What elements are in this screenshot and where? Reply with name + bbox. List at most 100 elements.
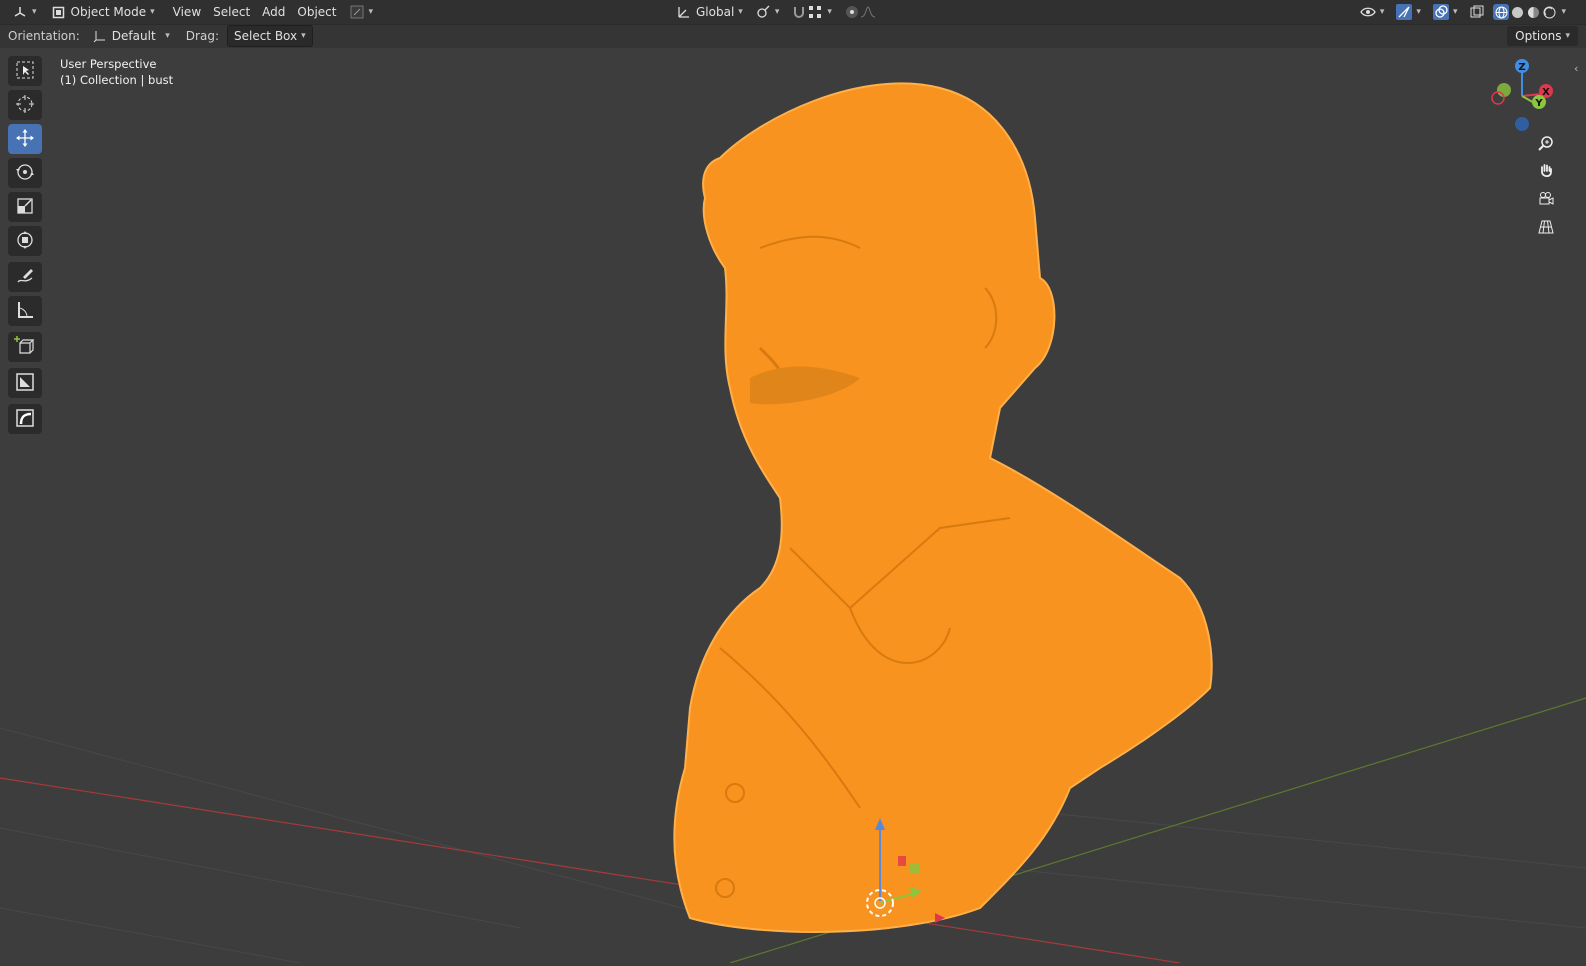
tool-cursor[interactable]: [8, 90, 42, 120]
frame-icon: [15, 372, 35, 395]
chevron-down-icon: ▾: [368, 7, 374, 17]
object-mode-icon: [51, 4, 67, 20]
gizmo-display-selector[interactable]: ▾: [1390, 2, 1427, 22]
camera-view-button[interactable]: [1533, 188, 1559, 212]
tool-annotate[interactable]: [8, 262, 42, 292]
transform-icon: [349, 4, 365, 20]
tool-add-cube[interactable]: [8, 332, 42, 362]
orientation-label: Orientation:: [8, 29, 80, 43]
drag-dropdown-value: Select Box: [233, 29, 298, 43]
tool-scale[interactable]: [8, 192, 42, 222]
chevron-down-icon: ▾: [1452, 7, 1458, 17]
options-dropdown[interactable]: Options ▾: [1507, 26, 1578, 46]
menu-object[interactable]: Object: [291, 2, 342, 22]
chevron-down-icon: ▾: [150, 7, 155, 17]
proportional-icon: [844, 4, 860, 20]
pan-button[interactable]: [1533, 160, 1559, 184]
grid-perspective-icon: [1538, 219, 1554, 238]
tool-settings-bar: Orientation: Default ▾ Drag: Select Box …: [0, 24, 1586, 48]
chevron-down-icon: ▾: [165, 31, 170, 41]
measure-icon: [15, 300, 35, 323]
bust-object[interactable]: [673, 82, 1213, 933]
annotate-icon: [15, 266, 35, 289]
collection-info: (1) Collection | bust: [60, 73, 174, 87]
options-label: Options: [1515, 29, 1562, 43]
cursor-icon: [15, 94, 35, 117]
move-icon: [15, 128, 35, 151]
orientation-axes-icon: [92, 28, 108, 44]
orientation-dropdown[interactable]: Default ▾: [86, 26, 176, 46]
svg-text:Y: Y: [1534, 98, 1543, 109]
menu-select[interactable]: Select: [207, 2, 256, 22]
tool-frame[interactable]: [8, 368, 42, 398]
proportional-editing-toggle[interactable]: [838, 2, 882, 22]
snap-grid-icon: [807, 4, 823, 20]
xray-icon: [1469, 4, 1485, 20]
orientation-icon: [676, 4, 692, 20]
snap-toggle[interactable]: ▾: [785, 2, 838, 22]
neg-x-axis-button: [1491, 91, 1505, 105]
viewport-canvas: [0, 82, 1586, 964]
drag-label: Drag:: [185, 29, 219, 43]
mode-selector[interactable]: Object Mode ▾: [45, 2, 161, 22]
overlays-selector[interactable]: ▾: [1427, 2, 1464, 22]
chevron-down-icon: ▾: [32, 7, 37, 17]
viewport-header: ▾ Object Mode ▾ View Select Add Object ▾…: [0, 0, 1586, 25]
chevron-down-icon: ▾: [1416, 7, 1421, 17]
gizmo-toggle[interactable]: ▾: [343, 2, 380, 22]
xray-toggle[interactable]: [1463, 2, 1491, 22]
orientation-value: Global: [696, 5, 735, 19]
perspective-toggle-button[interactable]: [1533, 216, 1559, 240]
drag-dropdown[interactable]: Select Box ▾: [226, 25, 313, 47]
neg-y-axis-button: [1497, 83, 1511, 97]
hand-icon: [1538, 163, 1554, 182]
3d-viewport-icon: [12, 4, 28, 20]
tool-transform[interactable]: [8, 226, 42, 256]
3d-viewport[interactable]: [0, 48, 1586, 964]
svg-text:Z: Z: [1518, 62, 1525, 73]
tool-move[interactable]: [8, 124, 42, 154]
tool-measure[interactable]: [8, 296, 42, 326]
mode-label: Object Mode: [70, 5, 147, 19]
falloff-icon: [860, 4, 876, 20]
solid-shading-icon[interactable]: [1509, 4, 1525, 20]
zoom-button[interactable]: [1533, 132, 1559, 156]
tool-shelf: [8, 56, 44, 438]
visibility-selector[interactable]: ▾: [1354, 2, 1391, 22]
menu-add[interactable]: Add: [256, 2, 291, 22]
scale-icon: [15, 196, 35, 219]
editor-type-selector[interactable]: ▾: [6, 2, 43, 22]
chevron-down-icon: ▾: [827, 7, 832, 17]
svg-text:X: X: [1542, 87, 1550, 98]
view-name: User Perspective: [60, 57, 157, 71]
select-box-icon: [15, 60, 35, 83]
neg-z-axis-button: [1515, 117, 1529, 131]
menu-view[interactable]: View: [167, 2, 207, 22]
chevron-down-icon: ▾: [774, 7, 780, 17]
bevel-icon: [15, 408, 35, 431]
material-shading-icon[interactable]: [1525, 4, 1541, 20]
chevron-down-icon: ▾: [1565, 31, 1570, 41]
chevron-down-icon: ▾: [738, 7, 743, 17]
navigation-gizmo[interactable]: Z X Y: [1484, 56, 1564, 136]
magnet-icon: [791, 4, 807, 20]
tool-rotate[interactable]: [8, 158, 42, 188]
sidebar-toggle-arrow[interactable]: ‹: [1574, 62, 1578, 75]
transform-tool-icon: [15, 230, 35, 253]
pivot-icon: [755, 4, 771, 20]
zoom-icon: [1538, 135, 1554, 154]
shading-modes[interactable]: ▾: [1491, 2, 1568, 22]
viewport-info: User Perspective (1) Collection | bust: [60, 56, 173, 88]
chevron-down-icon: ▾: [301, 31, 306, 41]
gizmo-icon: [1396, 4, 1413, 20]
wireframe-shading-icon[interactable]: [1493, 4, 1510, 20]
rendered-shading-icon[interactable]: [1541, 4, 1557, 20]
transform-orientation-selector[interactable]: Global ▾: [670, 2, 749, 22]
rotate-icon: [15, 162, 35, 185]
camera-icon: [1538, 191, 1554, 210]
tool-bevel[interactable]: [8, 404, 42, 434]
chevron-down-icon: ▾: [1561, 7, 1566, 17]
tool-select-box[interactable]: [8, 56, 42, 86]
chevron-down-icon: ▾: [1379, 7, 1385, 17]
pivot-point-selector[interactable]: ▾: [749, 2, 786, 22]
